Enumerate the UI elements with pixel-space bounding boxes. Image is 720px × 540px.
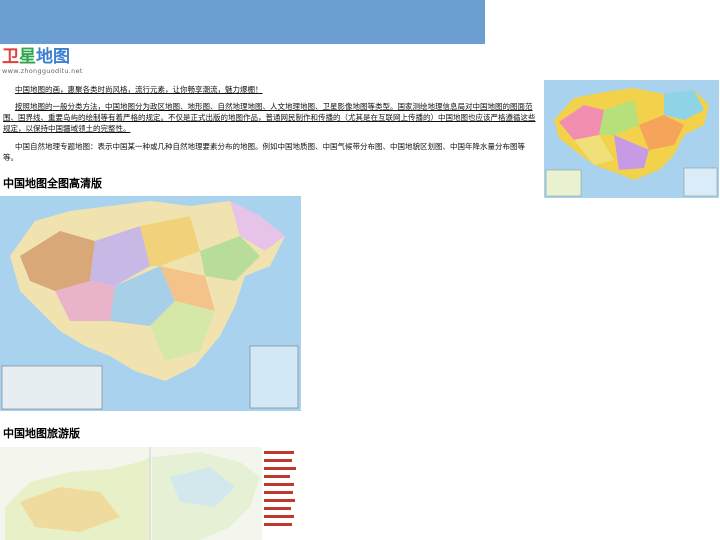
- site-logo[interactable]: 卫星地图 www.zhongguoditu.net: [2, 48, 82, 76]
- china-map-thumbnail[interactable]: [544, 80, 719, 198]
- intro-paragraph-1: 中国地图的画，惠聚各类时尚风格，流行元素，让你畅享潮流，魅力爆棚！: [15, 85, 263, 94]
- top-banner: [0, 0, 485, 44]
- section-heading-full-map: 中国地图全图高清版: [3, 177, 102, 190]
- section-heading-travel-map: 中国地图旅游版: [3, 427, 80, 440]
- intro-paragraph-3: 中国自然地理专题地图：表示中国某一种或几种自然地理要素分布的地图。例如中国地质图…: [3, 142, 525, 162]
- logo-url: www.zhongguoditu.net: [2, 67, 83, 75]
- china-travel-map-image[interactable]: [0, 447, 301, 540]
- china-map-hd-image[interactable]: [0, 196, 301, 411]
- intro-paragraph-2: 按照地图的一般分类方法，中国地图分为政区地图、地形图、自然地理地图、人文地理地图…: [3, 102, 536, 133]
- logo-title: 卫星地图: [2, 47, 70, 67]
